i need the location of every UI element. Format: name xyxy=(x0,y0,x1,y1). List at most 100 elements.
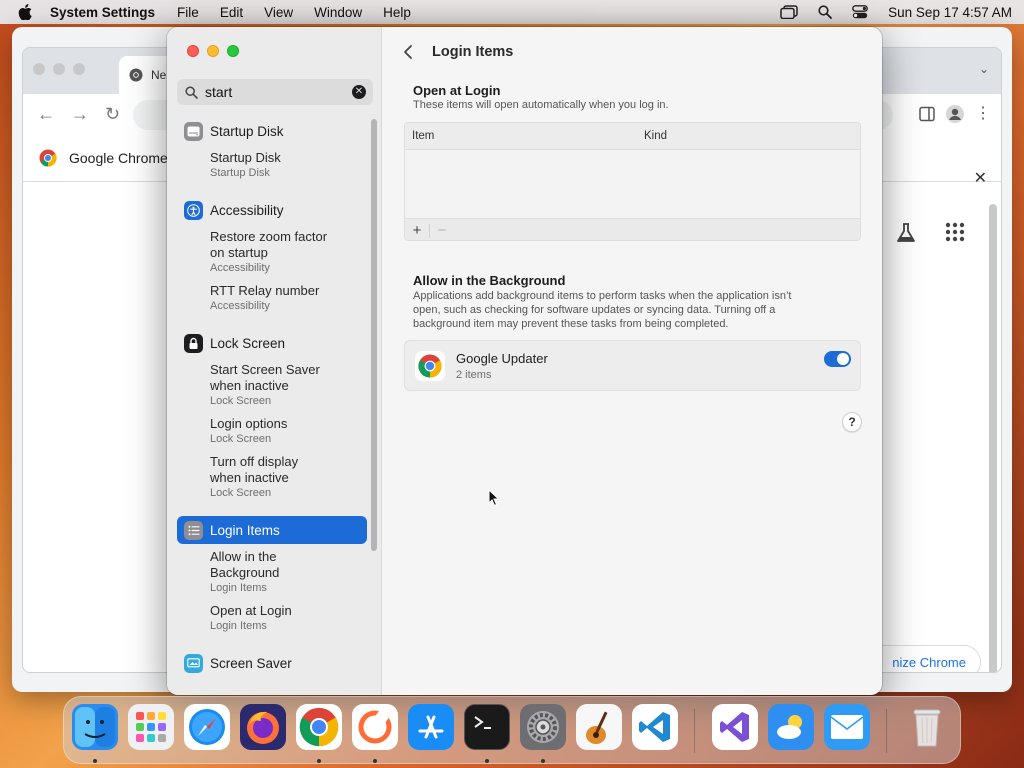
postman-icon[interactable] xyxy=(352,704,398,750)
control-center-icon[interactable] xyxy=(852,5,869,19)
chrome-scrollbar[interactable] xyxy=(989,204,997,672)
search-input[interactable] xyxy=(205,84,345,100)
result-item-title-line: Background xyxy=(210,565,280,580)
result-item-category: Lock Screen xyxy=(210,433,272,445)
firefox-icon[interactable] xyxy=(240,704,286,750)
settings-sidebar: ✕ Startup Disk Startup Disk Startup Disk… xyxy=(167,27,382,695)
menu-window[interactable]: Window xyxy=(314,5,362,20)
menu-clock[interactable]: Sun Sep 17 4:57 AM xyxy=(888,5,1012,20)
window-close-button[interactable] xyxy=(187,45,199,57)
menu-help[interactable]: Help xyxy=(383,5,411,20)
search-results-list: Startup Disk Startup Disk Startup Disk A… xyxy=(177,117,367,677)
table-footer: + − xyxy=(405,218,860,240)
background-item-name: Google Updater xyxy=(456,351,548,366)
chrome-menu-icon[interactable]: ⋮ xyxy=(975,106,991,122)
open-at-login-description: These items will open automatically when… xyxy=(413,99,669,111)
chrome-tab-dropdown-icon[interactable]: ⌄ xyxy=(979,62,989,76)
column-header-kind[interactable]: Kind xyxy=(644,130,667,142)
app-store-icon[interactable] xyxy=(408,704,454,750)
window-minimize-button[interactable] xyxy=(207,45,219,57)
result-category-label: Lock Screen xyxy=(210,335,286,351)
spotlight-icon[interactable] xyxy=(818,5,833,19)
result-item-title-line: Start Screen Saver xyxy=(210,362,320,377)
chrome-forward-icon[interactable]: → xyxy=(71,105,89,123)
result-item-category: Lock Screen xyxy=(210,395,272,407)
stage-manager-icon[interactable] xyxy=(780,5,798,19)
chrome-icon[interactable] xyxy=(296,704,342,750)
chrome-zoom-dot[interactable] xyxy=(73,63,85,75)
menu-view[interactable]: View xyxy=(264,5,293,20)
weather-icon[interactable] xyxy=(768,704,814,750)
result-category-lock-screen[interactable]: Lock Screen xyxy=(177,329,367,357)
result-item-title-line: Allow in the xyxy=(210,549,277,564)
mail-icon[interactable] xyxy=(824,704,870,750)
result-category-login-items[interactable]: Login Items xyxy=(177,516,367,544)
chrome-close-dot[interactable] xyxy=(33,63,45,75)
add-login-item-button[interactable]: + xyxy=(405,222,429,239)
background-item-row: Google Updater 2 items xyxy=(404,340,861,391)
result-item-open-at-login[interactable]: Open at Login Login Items xyxy=(177,603,367,633)
result-item-category: Login Items xyxy=(210,620,267,632)
google-apps-icon[interactable] xyxy=(945,222,965,242)
clear-search-icon[interactable]: ✕ xyxy=(352,85,366,99)
running-indicator xyxy=(93,759,97,763)
chrome-labs-icon[interactable] xyxy=(895,222,917,244)
apple-icon[interactable] xyxy=(18,4,32,20)
finder-icon[interactable] xyxy=(72,704,118,750)
sidebar-scrollbar[interactable] xyxy=(371,119,377,551)
result-item-login-options[interactable]: Login options Lock Screen xyxy=(177,416,367,446)
menu-bar: System Settings File Edit View Window He… xyxy=(0,0,1024,24)
result-item-turn-off-display[interactable]: Turn off display when inactive Lock Scre… xyxy=(177,454,367,500)
safari-icon[interactable] xyxy=(184,704,230,750)
chrome-back-icon[interactable]: ← xyxy=(37,105,55,123)
result-item-rtt-relay[interactable]: RTT Relay number Accessibility xyxy=(177,283,367,313)
trash-icon[interactable] xyxy=(904,704,950,750)
background-description-line: background item may prevent these tasks … xyxy=(413,318,729,330)
table-header: Item Kind xyxy=(405,123,860,150)
chrome-tab-title: Ne xyxy=(151,68,167,82)
customize-chrome-button[interactable]: nize Chrome xyxy=(867,645,981,672)
chrome-profile-icon[interactable] xyxy=(945,104,965,124)
background-section-title: Allow in the Background xyxy=(413,273,566,288)
table-body-empty[interactable] xyxy=(405,150,860,218)
startup-disk-icon xyxy=(184,121,203,141)
chrome-reload-icon[interactable]: ↻ xyxy=(105,105,123,123)
result-item-start-screen-saver[interactable]: Start Screen Saver when inactive Lock Sc… xyxy=(177,362,367,408)
menu-file[interactable]: File xyxy=(177,5,199,20)
settings-content: Login Items Open at Login These items wi… xyxy=(383,27,882,695)
lock-icon xyxy=(184,333,203,353)
dock-separator xyxy=(694,709,695,753)
visual-studio-icon[interactable] xyxy=(712,704,758,750)
result-item-startup-disk[interactable]: Startup Disk Startup Disk xyxy=(177,150,367,180)
result-item-allow-background[interactable]: Allow in the Background Login Items xyxy=(177,549,367,595)
chrome-tab-favicon-icon xyxy=(129,68,143,82)
vscode-icon[interactable] xyxy=(632,704,678,750)
launchpad-icon[interactable] xyxy=(128,704,174,750)
result-category-accessibility[interactable]: Accessibility xyxy=(177,196,367,224)
result-category-label: Screen Saver xyxy=(210,655,292,671)
result-category-startup-disk[interactable]: Startup Disk xyxy=(177,117,367,145)
chrome-banner-close-icon[interactable]: ✕ xyxy=(974,168,987,188)
result-category-label: Accessibility xyxy=(210,202,284,218)
chrome-minimize-dot[interactable] xyxy=(53,63,65,75)
result-item-title-line: Turn off display xyxy=(210,454,299,469)
help-button[interactable]: ? xyxy=(842,412,862,432)
app-name-menu[interactable]: System Settings xyxy=(50,5,155,20)
result-category-screen-saver[interactable]: Screen Saver xyxy=(177,649,367,677)
system-settings-icon[interactable] xyxy=(520,704,566,750)
open-at-login-title: Open at Login xyxy=(413,83,501,98)
result-item-category: Accessibility xyxy=(210,262,270,274)
back-chevron-icon[interactable] xyxy=(403,44,413,60)
chrome-bookmark-label[interactable]: Google Chrome xyxy=(69,150,168,166)
terminal-icon[interactable] xyxy=(464,704,510,750)
result-item-title-line: on startup xyxy=(210,245,268,260)
chrome-side-panel-icon[interactable] xyxy=(919,106,935,122)
google-updater-toggle[interactable] xyxy=(824,351,851,367)
menu-edit[interactable]: Edit xyxy=(220,5,243,20)
garageband-icon[interactable] xyxy=(576,704,622,750)
result-item-restore-zoom[interactable]: Restore zoom factor on startup Accessibi… xyxy=(177,229,367,275)
remove-login-item-button[interactable]: − xyxy=(430,222,454,239)
column-header-item[interactable]: Item xyxy=(412,130,434,142)
window-zoom-button[interactable] xyxy=(227,45,239,57)
chrome-logo-icon xyxy=(39,149,57,167)
